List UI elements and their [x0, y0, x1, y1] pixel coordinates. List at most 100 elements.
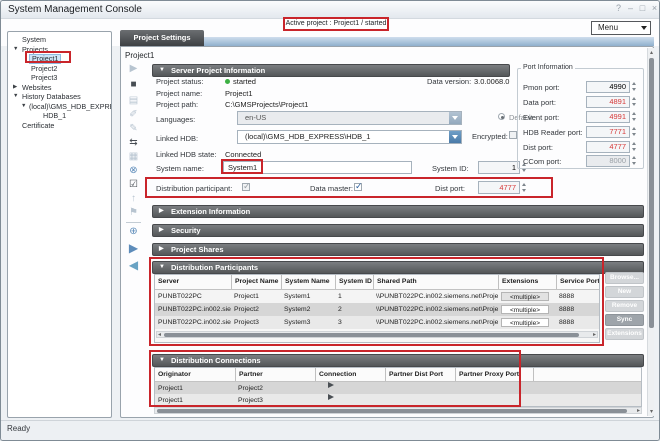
participants-horizontal-scrollbar[interactable]: ◂ ▸ — [156, 331, 598, 338]
extensions-cell[interactable]: <multiple> — [501, 305, 549, 314]
expander-icon[interactable]: ▶ — [13, 83, 17, 93]
browse-button[interactable]: Browse... — [605, 272, 644, 284]
project-settings-panel: Project1 ▶ ■ ▤ ✐ ✎ ⇆ ▦ ⊗ ☑ ↑ ⚑ ⊕ ▶ ◀ ▼ S… — [120, 46, 654, 418]
tree-item-history-databases[interactable]: ▼History Databases — [8, 92, 111, 102]
extensions-cell[interactable]: <multiple> — [501, 318, 549, 327]
section-security[interactable]: ▶ Security — [152, 224, 644, 237]
spinner-arrows-icon[interactable] — [631, 154, 638, 167]
hdb-reader-port-label: HDB Reader port: — [523, 128, 583, 137]
expander-icon[interactable]: ▼ — [21, 102, 26, 112]
spinner-arrows-icon[interactable] — [631, 140, 638, 153]
minimize-icon[interactable]: – — [625, 3, 636, 13]
remove-button[interactable]: Remove — [605, 300, 644, 312]
tree-item-project1[interactable]: Project1 — [8, 54, 111, 64]
tree-item-websites[interactable]: ▶Websites — [8, 83, 111, 93]
ccom-port-label: CCom port: — [523, 157, 561, 166]
expander-icon[interactable]: ▼ — [13, 92, 18, 102]
distribution-participant-label: Distribution participant: — [156, 184, 232, 193]
distribution-participant-checkbox[interactable]: ✓ — [242, 183, 250, 191]
tree-item-certificate[interactable]: Certificate — [8, 121, 111, 131]
section-server-project-information[interactable]: ▼ Server Project Information — [152, 64, 510, 77]
linked-hdb-state-label: Linked HDB state: — [156, 150, 216, 159]
section-distribution-participants[interactable]: ▼ Distribution Participants — [152, 261, 644, 274]
sync-button[interactable]: Sync — [605, 314, 644, 326]
encrypted-checkbox[interactable] — [509, 131, 517, 139]
help-icon[interactable]: ? — [613, 3, 624, 13]
close-icon[interactable]: × — [649, 3, 660, 13]
rename-project-icon[interactable]: ✎ — [125, 123, 142, 135]
tree-item-project2[interactable]: Project2 — [8, 64, 111, 74]
linked-hdb-label: Linked HDB: — [156, 134, 198, 143]
dist-port-group-stepper[interactable]: 4777 — [586, 141, 630, 153]
start-project-icon[interactable]: ▶ — [125, 63, 142, 75]
table-header-row: Server Project Name System Name System I… — [155, 275, 599, 290]
panel-project-name: Project1 — [125, 51, 154, 60]
data-master-checkbox[interactable]: ✓ — [354, 183, 362, 191]
chevron-down-icon[interactable] — [449, 112, 461, 124]
status-started-icon — [225, 79, 230, 84]
event-port-label: Event port: — [523, 113, 559, 122]
menu-dropdown[interactable]: Menu — [591, 21, 651, 35]
system-id-stepper[interactable]: 1 — [478, 161, 520, 174]
panel-vertical-scrollbar[interactable]: ▴ ▾ — [647, 48, 654, 416]
table-row[interactable]: Project1 Project2 — [155, 382, 641, 394]
data-port-label: Data port: — [523, 98, 556, 107]
spinner-arrows-icon[interactable] — [521, 181, 528, 194]
hdb-reader-port-stepper[interactable]: 7771 — [586, 126, 630, 138]
pmon-port-stepper[interactable]: 4990 — [586, 81, 630, 93]
spinner-arrows-icon[interactable] — [631, 110, 638, 123]
extensions-cell[interactable]: <multiple> — [501, 292, 549, 301]
tree-item-project3[interactable]: Project3 — [8, 73, 111, 83]
table-row[interactable]: PUNBT022PC.in002.sieme Project3 System3 … — [155, 316, 599, 329]
project-status-label: Project status: — [156, 77, 204, 86]
ccom-port-stepper[interactable]: 8000 — [586, 155, 630, 167]
table-row[interactable]: PUNBT022PC Project1 System1 1 \\PUNBT022… — [155, 290, 599, 303]
tree-item-projects[interactable]: ▼Projects — [8, 45, 111, 55]
activate-project-icon[interactable]: ▶ — [125, 242, 142, 254]
spinner-arrows-icon[interactable] — [631, 95, 638, 108]
spinner-arrows-icon[interactable] — [631, 125, 638, 138]
dist-port-stepper[interactable]: 4777 — [478, 181, 520, 194]
edit-project-icon[interactable]: ✐ — [125, 109, 142, 121]
data-version-label: Data version: — [427, 77, 471, 86]
languages-select[interactable]: en-US — [237, 111, 462, 125]
validate-project-icon[interactable]: ☑ — [125, 179, 142, 191]
port-information-title: Port Information — [521, 64, 575, 71]
data-port-stepper[interactable]: 4891 — [586, 96, 630, 108]
tab-project-settings[interactable]: Project Settings — [120, 30, 204, 46]
pmon-port-label: Pmon port: — [523, 83, 560, 92]
table-row[interactable]: Project1 Project3 — [155, 394, 641, 406]
tree-item-hdb1[interactable]: HDB_1 — [8, 111, 111, 121]
table-row[interactable]: PUNBT022PC.in002.sieme Project2 System2 … — [155, 303, 599, 316]
stop-project-icon[interactable]: ■ — [125, 79, 142, 91]
section-distribution-connections[interactable]: ▼ Distribution Connections — [152, 354, 644, 367]
section-project-shares[interactable]: ▶ Project Shares — [152, 243, 644, 256]
system-name-input[interactable]: System1 — [223, 161, 412, 174]
save-project-icon[interactable]: ▦ — [125, 151, 142, 163]
default-radio[interactable] — [498, 113, 505, 120]
panel-horizontal-scrollbar[interactable]: ▸ — [154, 407, 642, 414]
tree-item-hdb-express[interactable]: ▼(local)\GMS_HDB_EXPRESS — [8, 102, 111, 112]
upgrade-project-icon[interactable]: ⇆ — [125, 137, 142, 149]
event-port-stepper[interactable]: 4991 — [586, 111, 630, 123]
section-extension-information[interactable]: ▶ Extension Information — [152, 205, 644, 218]
expand-icon: ▶ — [159, 206, 164, 217]
tree-item-system[interactable]: System — [8, 35, 111, 45]
chevron-down-icon[interactable] — [449, 131, 461, 143]
spinner-arrows-icon[interactable] — [631, 80, 638, 93]
pin-project-icon[interactable]: ⚑ — [125, 207, 142, 219]
project-path-value: C:\GMSProjects\Project1 — [225, 100, 308, 109]
delete-project-icon[interactable]: ⊗ — [125, 165, 142, 177]
linked-hdb-select[interactable]: (local)\GMS_HDB_EXPRESS\HDB_1 — [237, 130, 462, 144]
restore-project-icon[interactable]: ▤ — [125, 95, 142, 107]
extensions-button[interactable]: Extensions — [605, 328, 644, 340]
deactivate-project-icon[interactable]: ◀ — [125, 259, 142, 271]
maximize-icon[interactable]: □ — [637, 3, 648, 13]
add-project-icon[interactable]: ⊕ — [125, 226, 142, 238]
upload-project-icon[interactable]: ↑ — [125, 193, 142, 205]
menu-dropdown-label: Menu — [598, 23, 618, 32]
new-button[interactable]: New — [605, 286, 644, 298]
expander-icon[interactable]: ▼ — [13, 45, 18, 55]
encrypted-label: Encrypted: — [472, 132, 508, 141]
active-project-status: Active project : Project1 / started — [283, 17, 389, 31]
